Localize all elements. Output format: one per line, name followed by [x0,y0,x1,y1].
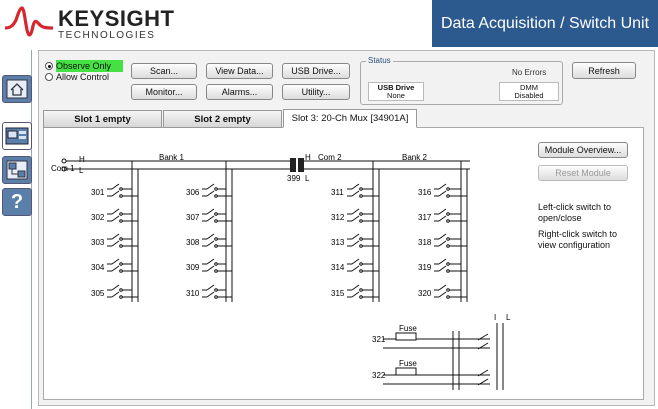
channel-switch-302[interactable] [107,208,138,223]
fuse-322 [395,367,417,376]
channel-label-305: 305 [91,289,105,298]
com1-label: Com 1 [51,164,75,173]
fuse-label-322: Fuse [399,359,417,368]
channel-label-303: 303 [91,238,105,247]
channel-label-317: 317 [418,213,432,222]
channel-label-307: 307 [186,213,200,222]
channel-label-309: 309 [186,263,200,272]
channel-label-321: 321 [372,335,386,344]
channel-switch-309[interactable] [202,258,232,273]
channel-switch-312[interactable] [347,208,379,223]
channel-switch-314[interactable] [347,258,379,273]
channel-label-301: 301 [91,188,105,197]
current-l-label: L [506,313,511,322]
channel-label-308: 308 [186,238,200,247]
fuse-label-321: Fuse [399,324,417,333]
channel-label-319: 319 [418,263,432,272]
fuse-321 [395,332,417,341]
bank-switch-399[interactable] [290,158,304,172]
com1-h-label: H [79,155,85,164]
channel-switch-304[interactable] [107,258,138,273]
channel-switch-303[interactable] [107,233,138,248]
channel-label-311: 311 [331,188,344,197]
channel-switch-306[interactable] [202,183,232,198]
channel-label-304: 304 [91,263,105,272]
channel-switch-318[interactable] [434,233,467,248]
channel-label-322: 322 [372,371,386,380]
channel-switch-311[interactable] [347,183,379,198]
channel-switch-316[interactable] [434,183,467,198]
channel-switch-305[interactable] [107,284,138,299]
bank-switch-label: 399 [287,174,301,183]
channel-label-320: 320 [418,289,432,298]
current-switch-322[interactable] [477,369,489,386]
channel-switch-308[interactable] [202,233,232,248]
channel-label-314: 314 [331,263,345,272]
bank2-label: Bank 2 [402,153,427,162]
channel-label-302: 302 [91,213,105,222]
right-click-help: Right-click switch to view configuration [538,229,618,250]
channel-switch-301[interactable] [107,183,138,198]
channel-label-310: 310 [186,289,200,298]
channel-label-306: 306 [186,188,200,197]
channel-switch-315[interactable] [347,284,379,299]
channel-label-315: 315 [331,289,345,298]
channel-label-318: 318 [418,238,432,247]
current-i-label: I [494,313,496,322]
module-overview-button[interactable]: Module Overview... [538,142,628,158]
com2-label: Com 2 [318,153,342,162]
schematic-wires [66,160,470,302]
channel-label-313: 313 [331,238,345,247]
channel-switch-317[interactable] [434,208,467,223]
bank1-label: Bank 1 [159,153,184,162]
current-switch-321[interactable] [477,333,489,350]
channel-switch-310[interactable] [202,284,232,299]
channel-switch-320[interactable] [434,284,467,299]
channel-label-316: 316 [418,188,432,197]
com1-l-label: L [79,166,84,175]
com2-h-label: H [305,153,311,162]
reset-module-button[interactable]: Reset Module [538,165,628,181]
com2-l-label: L [305,174,310,183]
channel-switch-313[interactable] [347,233,379,248]
channel-label-312: 312 [331,213,345,222]
channel-switch-319[interactable] [434,258,467,273]
left-click-help: Left-click switch to open/close [538,202,612,223]
channel-switch-307[interactable] [202,208,232,223]
channel-switches: 301 302 303 304 305 306 307 308 309 310 311 312 313 3… [91,183,467,299]
